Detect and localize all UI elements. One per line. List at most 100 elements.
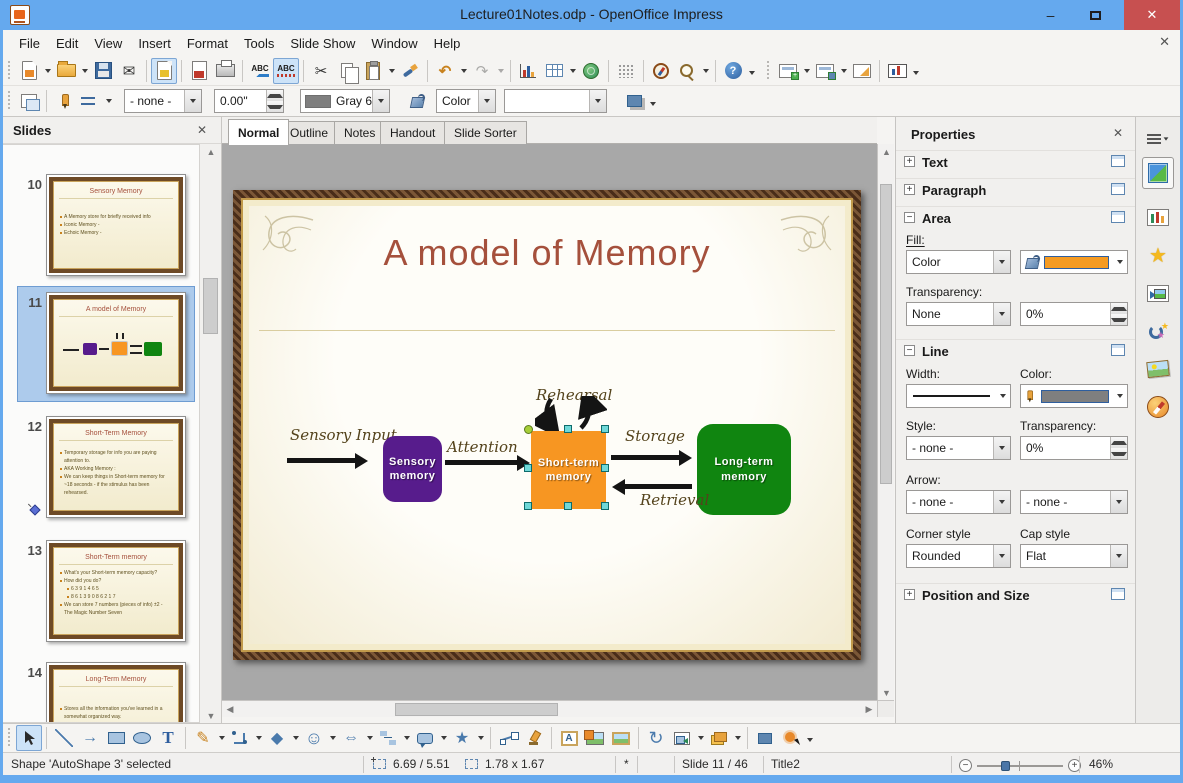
slide-canvas[interactable]: A model of Memory Sensory Input Sensory …: [233, 190, 861, 660]
curve-dropdown[interactable]: [216, 726, 227, 750]
cap-style-combo[interactable]: Flat: [1020, 544, 1128, 568]
line-transparency-up[interactable]: [1111, 437, 1127, 448]
flowcharts-icon[interactable]: [375, 725, 401, 751]
arrow-style-icon[interactable]: [77, 88, 103, 114]
drawbar-overflow-icon[interactable]: [804, 728, 815, 752]
line-color-picker[interactable]: [1020, 384, 1128, 408]
slide-design-icon[interactable]: [849, 58, 875, 84]
sidebar-tab-master-pages[interactable]: [1142, 201, 1174, 233]
corner-style-combo[interactable]: Rounded: [906, 544, 1011, 568]
curve-tool-icon[interactable]: ✎: [190, 725, 216, 751]
maximize-button[interactable]: [1073, 0, 1118, 30]
label-sensory-input[interactable]: Sensory Input: [290, 426, 397, 444]
toolbar-grip[interactable]: [6, 60, 13, 81]
slide-thumbnail-14[interactable]: Long-Term Memory Stores all the informat…: [46, 662, 186, 722]
line-width-spinner[interactable]: 0.00": [214, 89, 284, 113]
new-slide-icon[interactable]: +: [775, 58, 801, 84]
table-icon[interactable]: [541, 58, 567, 84]
slide-layout-icon[interactable]: [812, 58, 838, 84]
presentation-overflow-icon[interactable]: [910, 61, 921, 85]
redo-dropdown[interactable]: [495, 59, 506, 83]
menu-tools[interactable]: Tools: [236, 32, 282, 55]
arrow-storage[interactable]: [611, 455, 679, 460]
handle-top-center[interactable]: [564, 425, 572, 433]
line-color-dropdown[interactable]: [1113, 394, 1127, 398]
tab-normal[interactable]: Normal: [228, 119, 290, 145]
transparency-type-dropdown[interactable]: [993, 303, 1010, 325]
sidebar-tab-gallery[interactable]: [1142, 353, 1174, 385]
line-width-dropdown[interactable]: [996, 394, 1010, 398]
close-document-icon[interactable]: ✕: [1159, 34, 1170, 50]
text-dialog-launcher-icon[interactable]: [1111, 155, 1125, 167]
transparency-spinner[interactable]: 0%: [1020, 302, 1128, 326]
line-width-down[interactable]: [267, 101, 283, 112]
area-dialog-launcher-icon[interactable]: [1111, 211, 1125, 223]
fill-color-picker[interactable]: [1020, 250, 1128, 274]
menu-help[interactable]: Help: [426, 32, 469, 55]
hscrollbar-thumb[interactable]: [395, 703, 558, 716]
export-pdf-icon[interactable]: [186, 58, 212, 84]
flowcharts-dropdown[interactable]: [401, 726, 412, 750]
auto-spellcheck-icon[interactable]: ABC: [273, 57, 299, 84]
save-icon[interactable]: [90, 58, 116, 84]
zoom-track[interactable]: [977, 760, 1063, 771]
menu-insert[interactable]: Insert: [130, 32, 179, 55]
undo-dropdown[interactable]: [458, 59, 469, 83]
zoom-slider[interactable]: − +: [959, 759, 1081, 772]
handle-mid-right[interactable]: [601, 464, 609, 472]
area-fill-icon[interactable]: [404, 88, 430, 114]
label-storage[interactable]: Storage: [625, 427, 685, 445]
print-icon[interactable]: [212, 58, 238, 84]
handle-mid-left[interactable]: [524, 464, 532, 472]
text-tool-icon[interactable]: T: [155, 725, 181, 751]
line-style-dropdown[interactable]: [184, 90, 201, 112]
expand-icon[interactable]: +: [904, 184, 915, 195]
menu-view[interactable]: View: [86, 32, 130, 55]
collapse-icon[interactable]: −: [904, 345, 915, 356]
sidebar-tab-properties[interactable]: [1142, 157, 1174, 189]
line-transparency-spinner[interactable]: 0%: [1020, 436, 1128, 460]
slide-thumbnail-11-selected[interactable]: A model of Memory: [46, 292, 186, 394]
arrow-sensory-input[interactable]: [287, 458, 355, 463]
scroll-down-icon[interactable]: ▼: [200, 708, 221, 723]
fill-type-combo[interactable]: Color: [436, 89, 496, 113]
arrow-start-combo[interactable]: - none -: [906, 490, 1011, 514]
arrow-attention[interactable]: [445, 460, 517, 465]
scroll-up-icon[interactable]: ▲: [200, 144, 221, 159]
arrow-style-dropdown[interactable]: [103, 89, 114, 113]
vscrollbar-thumb[interactable]: [880, 184, 892, 484]
fill-color-dropdown[interactable]: [1113, 260, 1127, 264]
alignment-icon[interactable]: [669, 725, 695, 751]
line-width-up[interactable]: [267, 90, 283, 101]
line-style-combo[interactable]: - none -: [124, 89, 202, 113]
paste-icon[interactable]: [360, 58, 386, 84]
new-icon[interactable]: [16, 58, 42, 84]
help-icon[interactable]: ?: [720, 58, 746, 84]
line-width-combo[interactable]: [906, 384, 1011, 408]
scroll-right-icon[interactable]: ▶: [861, 702, 877, 717]
status-zoom-level[interactable]: 46%: [1089, 757, 1113, 771]
fill-color-dropdown[interactable]: [589, 90, 606, 112]
zoom-dropdown[interactable]: [700, 59, 711, 83]
line-tool-icon[interactable]: [51, 725, 77, 751]
connector-dropdown[interactable]: [253, 726, 264, 750]
section-line[interactable]: − Line: [896, 339, 1135, 361]
email-icon[interactable]: ✉: [116, 58, 142, 84]
block-arrows-dropdown[interactable]: [364, 726, 375, 750]
sidebar-menu-icon[interactable]: [1142, 123, 1174, 155]
scroll-down-icon[interactable]: ▼: [878, 685, 895, 700]
scroll-up-icon[interactable]: ▲: [878, 144, 895, 159]
slide-layout-dropdown[interactable]: [838, 59, 849, 83]
vertical-scrollbar[interactable]: ▲ ▼: [877, 144, 894, 700]
close-button[interactable]: ✕: [1124, 0, 1180, 30]
section-paragraph[interactable]: + Paragraph: [896, 178, 1135, 200]
section-area[interactable]: − Area: [896, 206, 1135, 228]
line-transparency-down[interactable]: [1111, 448, 1127, 459]
alignment-dropdown[interactable]: [695, 726, 706, 750]
tab-notes[interactable]: Notes: [334, 121, 386, 144]
line-icon[interactable]: [51, 88, 77, 114]
arrow-end-combo[interactable]: - none -: [1020, 490, 1128, 514]
menu-file[interactable]: File: [11, 32, 48, 55]
arrange-icon[interactable]: [706, 725, 732, 751]
handle-top-left[interactable]: [524, 425, 533, 434]
